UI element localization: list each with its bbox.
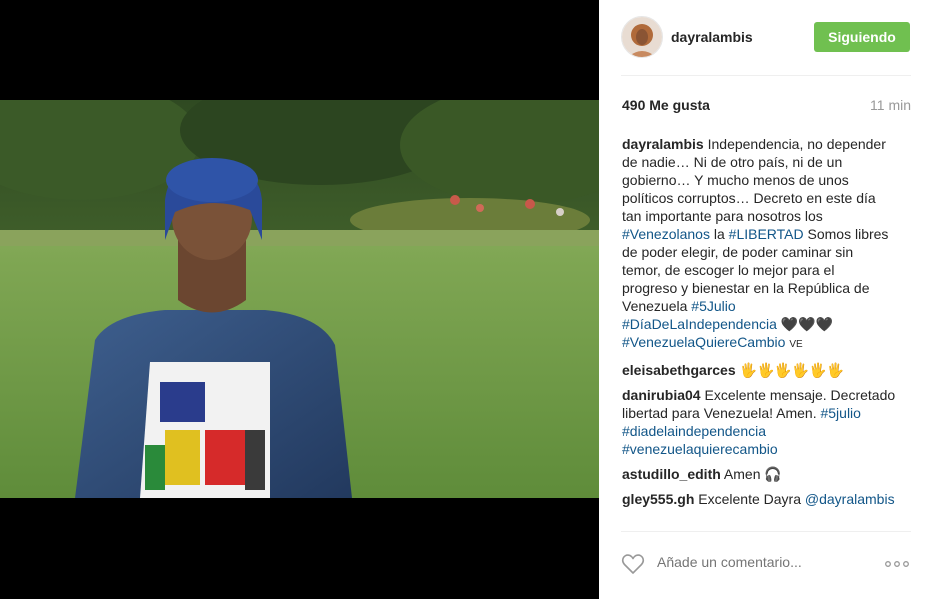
footer-divider xyxy=(621,531,911,532)
comment-text: libertad para Venezuela! Amen. xyxy=(622,405,817,421)
post-photo[interactable] xyxy=(0,100,599,498)
caption-text: progreso y bienestar en la República de xyxy=(622,280,870,296)
hashtag-link[interactable]: #diadelaindependencia xyxy=(622,422,912,440)
caption-text: de poder elegir, de poder caminar sin xyxy=(622,244,854,260)
comments-list: dayralambis Independencia, no depender d… xyxy=(622,135,912,515)
comment-user[interactable]: astudillo_edith xyxy=(622,466,721,482)
caption-text: tan importante para nosotros los xyxy=(622,208,823,224)
post-modal: dayralambis Siguiendo 490 Me gusta 11 mi… xyxy=(0,0,934,599)
comment-item: gley555.gh Excelente Dayra @dayralambis xyxy=(622,490,912,508)
heart-outline-icon[interactable] xyxy=(621,553,645,575)
comment-text: Excelente Dayra xyxy=(698,491,801,507)
caption: dayralambis Independencia, no depender d… xyxy=(622,135,912,354)
hashtag-link[interactable]: #5Julio xyxy=(691,298,735,314)
side-panel: dayralambis Siguiendo 490 Me gusta 11 mi… xyxy=(599,0,934,599)
post-timestamp[interactable]: 11 min xyxy=(870,97,911,113)
hashtag-link[interactable]: #venezuelaquierecambio xyxy=(622,440,912,458)
flag-text: VE xyxy=(789,339,803,350)
post-footer xyxy=(621,550,911,580)
caption-user[interactable]: dayralambis xyxy=(622,136,704,152)
hashtag-link[interactable]: #5julio xyxy=(820,405,860,421)
caption-text: Somos libres xyxy=(807,226,889,242)
add-comment-input[interactable] xyxy=(657,554,867,570)
likes-count[interactable]: 490 Me gusta xyxy=(622,97,710,113)
caption-text: políticos corruptos… Decreto en este día xyxy=(622,190,876,206)
hashtag-link[interactable]: #DíaDeLaIndependencia xyxy=(622,316,777,332)
comment-user[interactable]: danirubia04 xyxy=(622,387,701,403)
caption-text: Independencia, no depender xyxy=(707,136,886,152)
hearts-emoji: 🖤🖤🖤 xyxy=(780,316,834,332)
comment-user[interactable]: gley555.gh xyxy=(622,491,694,507)
caption-text: Venezuela xyxy=(622,298,688,314)
comment-text: 🖐🖐🖐🖐🖐🖐 xyxy=(739,362,845,378)
comment-text: Amen 🎧 xyxy=(723,466,782,482)
more-options-icon[interactable] xyxy=(885,559,909,569)
comment-item: astudillo_edith Amen 🎧 xyxy=(622,465,912,483)
comment-text: Excelente mensaje. Decretado xyxy=(704,387,896,403)
post-header: dayralambis Siguiendo xyxy=(621,16,911,60)
comment-item: eleisabethgarces 🖐🖐🖐🖐🖐🖐 xyxy=(622,361,912,379)
media-panel xyxy=(0,0,599,599)
caption-text: temor, de escoger lo mejor para el xyxy=(622,262,835,278)
header-username[interactable]: dayralambis xyxy=(671,29,753,45)
caption-text: de nadie… Ni de otro país, ni de un xyxy=(622,154,843,170)
caption-text: gobierno… Y mucho menos de unos xyxy=(622,172,849,188)
comment-user[interactable]: eleisabethgarces xyxy=(622,362,736,378)
comment-item: danirubia04 Excelente mensaje. Decretado… xyxy=(622,386,912,458)
hashtag-link[interactable]: #LIBERTAD xyxy=(729,226,804,242)
mention-link[interactable]: @dayralambis xyxy=(805,491,895,507)
follow-button[interactable]: Siguiendo xyxy=(814,22,910,52)
hashtag-link[interactable]: #VenezuelaQuiereCambio xyxy=(622,334,785,350)
hashtag-link[interactable]: #Venezolanos xyxy=(622,226,710,242)
caption-text: la xyxy=(713,226,725,242)
header-divider xyxy=(621,75,911,76)
avatar[interactable] xyxy=(621,16,663,58)
